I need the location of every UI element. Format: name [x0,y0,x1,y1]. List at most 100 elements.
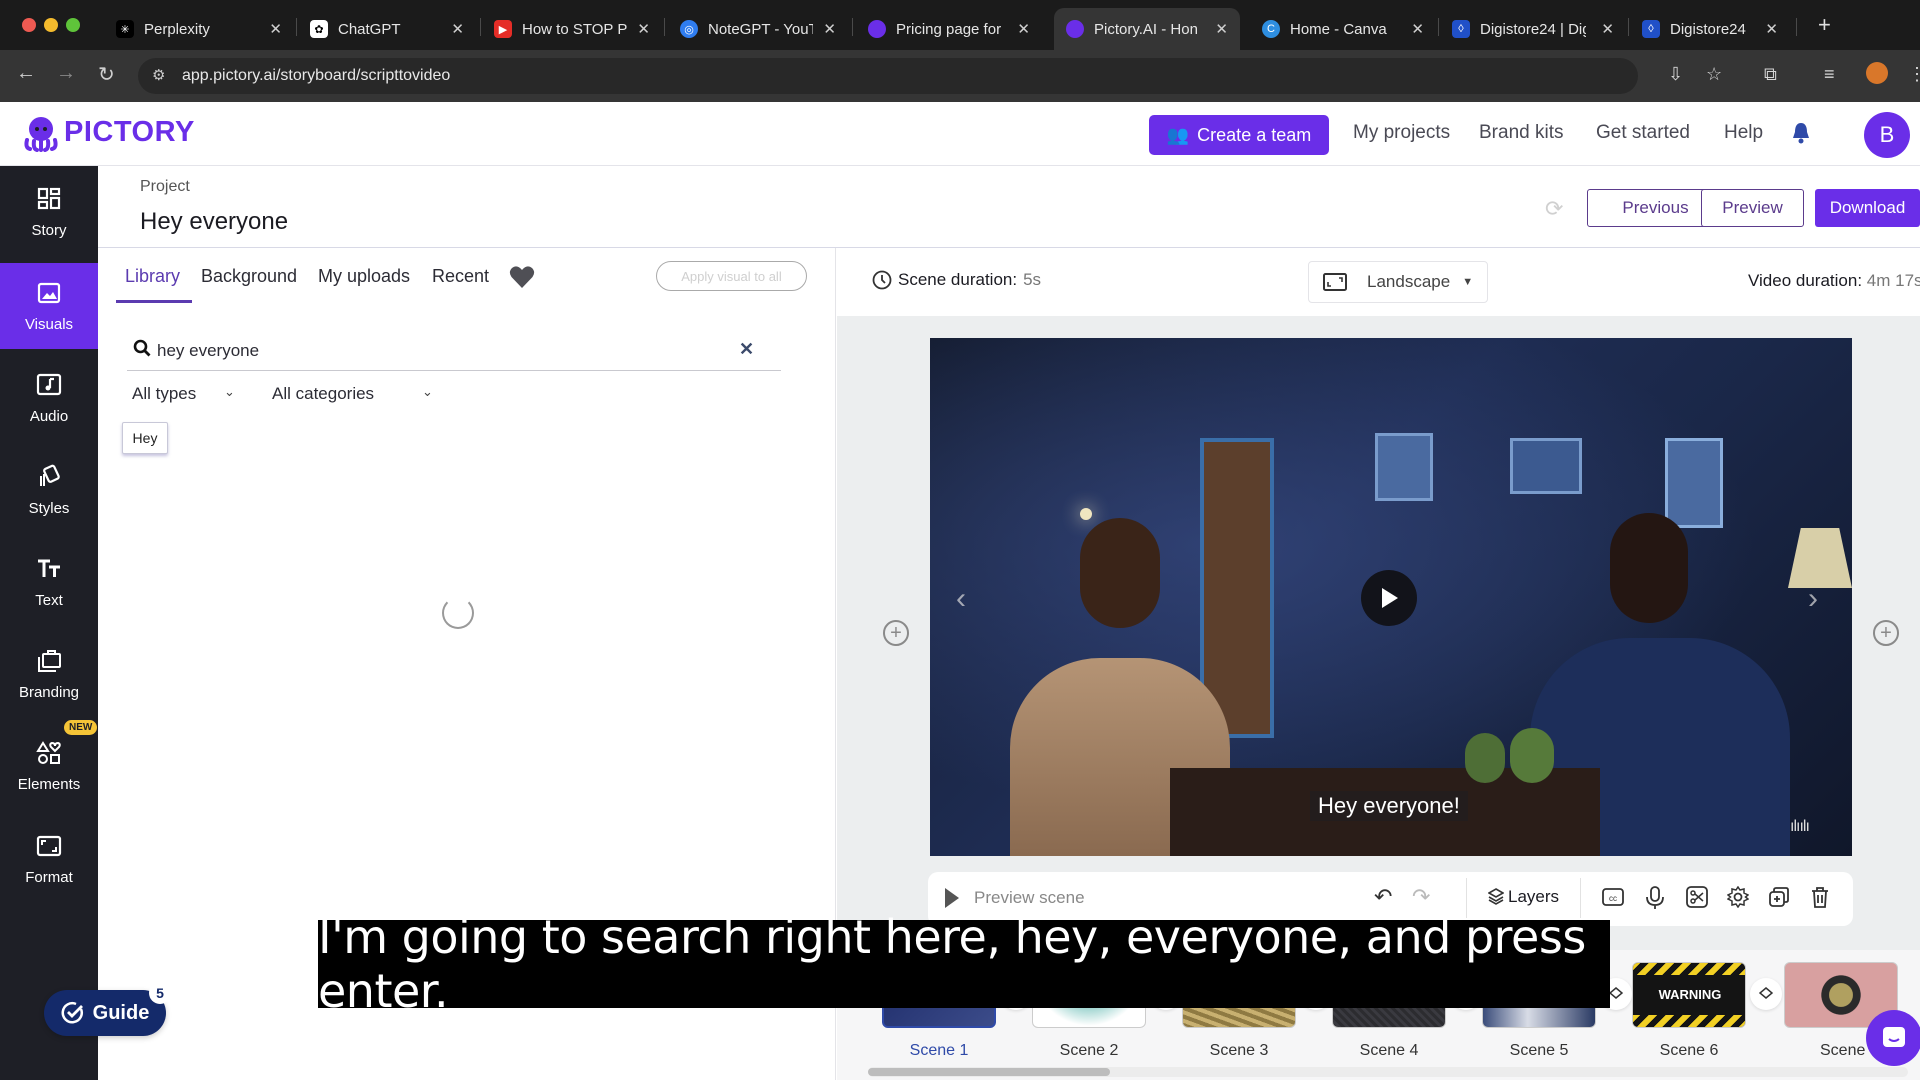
play-video-button[interactable] [1361,570,1417,626]
window-maximize-button[interactable] [66,18,80,32]
sidebar-item-visuals[interactable]: Visuals [0,263,98,349]
browser-tab[interactable]: ▶ How to STOP Pr ✕ [482,8,662,50]
reload-icon[interactable]: ↻ [98,62,115,87]
orientation-dropdown[interactable]: Landscape ▼ [1308,261,1488,303]
support-chat-button[interactable] [1866,1010,1920,1066]
layers-button[interactable]: Layers [1488,887,1559,907]
chrome-menu-icon[interactable]: ⋮ [1908,64,1920,85]
sidebar-item-text[interactable]: Text [0,538,98,626]
scene-thumbnail[interactable]: WARNING Scene 6 [1632,962,1746,1060]
tab-my-uploads[interactable]: My uploads [318,266,410,287]
notification-bell-icon[interactable] [1792,122,1810,144]
extensions-icon[interactable]: ⧉ [1764,64,1777,85]
settings-icon[interactable] [1727,886,1749,908]
layers-icon [1488,888,1504,905]
nav-help[interactable]: Help [1724,122,1763,144]
tab-recent[interactable]: Recent [432,266,489,287]
next-visual-arrow-icon[interactable]: › [1808,582,1818,616]
landscape-icon [1323,273,1347,291]
nav-get-started[interactable]: Get started [1596,122,1690,144]
sidebar-item-format[interactable]: Format [0,815,98,903]
undo-icon[interactable]: ↶ [1374,884,1392,910]
profile-avatar-icon[interactable] [1866,62,1888,84]
search-suggestion-chip[interactable]: Hey [122,422,168,454]
preview-button[interactable]: Preview [1701,189,1804,227]
window-close-button[interactable] [22,18,36,32]
browser-tab[interactable]: ◊ Digistore24 | Dig ✕ [1440,8,1626,50]
transition-icon [1609,987,1623,999]
browser-tab[interactable]: ◎ NoteGPT - YouT ✕ [668,8,848,50]
install-app-icon[interactable]: ⇩ [1668,64,1683,85]
close-tab-icon[interactable]: ✕ [1411,20,1424,38]
media-control-icon[interactable]: ≡ [1824,64,1835,85]
sidebar-item-branding[interactable]: Branding [0,630,98,718]
add-scene-before-icon[interactable]: + [883,620,909,646]
scissors-icon[interactable] [1686,886,1708,908]
browser-tab[interactable]: Pricing page for ✕ [856,8,1042,50]
sidebar-item-audio[interactable]: Audio [0,354,98,442]
tab-library[interactable]: Library [125,266,180,287]
close-tab-icon[interactable]: ✕ [269,20,282,38]
pictory-logo-icon[interactable] [22,114,60,152]
clear-search-icon[interactable]: ✕ [739,339,754,360]
video-caption-text[interactable]: Hey everyone! [1310,791,1468,821]
favorites-heart-icon[interactable] [509,265,535,289]
browser-tab[interactable]: ✿ ChatGPT ✕ [298,8,476,50]
nav-brand-kits[interactable]: Brand kits [1479,122,1563,144]
close-tab-icon[interactable]: ✕ [1601,20,1614,38]
browser-tab-active[interactable]: Pictory.AI - Hon ✕ [1054,8,1240,50]
url-bar[interactable]: ⚙ app.pictory.ai/storyboard/scripttovide… [138,58,1638,94]
close-tab-icon[interactable]: ✕ [451,20,464,38]
close-tab-icon[interactable]: ✕ [1017,20,1030,38]
browser-tab[interactable]: ◊ Digistore24 ✕ [1630,8,1790,50]
redo-icon[interactable]: ↷ [1412,884,1430,910]
nav-my-projects[interactable]: My projects [1353,122,1450,144]
sidebar-item-styles[interactable]: Styles [0,446,98,534]
check-circle-icon [61,1002,83,1024]
search-input[interactable] [157,337,717,365]
add-scene-after-icon[interactable]: + [1873,620,1899,646]
duplicate-scene-icon[interactable] [1768,886,1790,908]
apply-visual-to-all-button[interactable]: Apply visual to all [656,261,807,291]
trash-icon[interactable] [1810,886,1830,908]
create-team-button[interactable]: 👥 Create a team [1149,115,1329,155]
back-icon[interactable]: ← [16,62,36,85]
project-label: Project [140,178,190,195]
site-settings-icon[interactable]: ⚙ [152,66,165,84]
previous-visual-arrow-icon[interactable]: ‹ [956,582,966,616]
bookmark-star-icon[interactable]: ☆ [1706,64,1722,85]
project-title[interactable]: Hey everyone [140,208,288,236]
user-avatar[interactable]: B [1864,112,1910,158]
preview-scene-button[interactable]: Preview scene [944,887,1085,909]
text-icon [38,559,60,577]
close-tab-icon[interactable]: ✕ [823,20,836,38]
download-button[interactable]: Download [1815,189,1920,227]
sidebar-item-story[interactable]: Story [0,168,98,256]
close-tab-icon[interactable]: ✕ [637,20,650,38]
hazard-stripe [1633,1015,1745,1027]
scene-strip-scrollbar-thumb[interactable] [868,1068,1110,1076]
microphone-icon[interactable] [1644,886,1666,910]
browser-tab[interactable]: C Home - Canva ✕ [1250,8,1436,50]
cc-icon[interactable]: cc [1602,886,1624,908]
sidebar-item-elements[interactable]: Elements [0,722,98,810]
window-minimize-button[interactable] [44,18,58,32]
pictory-logo[interactable]: PICTORY [64,116,195,149]
guide-button[interactable]: Guide [44,990,166,1036]
format-icon [36,835,62,856]
close-tab-icon[interactable]: ✕ [1215,20,1228,38]
branding-icon [38,649,61,672]
scene-duration[interactable]: Scene duration: 5s [872,270,1041,290]
transition-icon [1759,987,1773,999]
search-icon [133,339,151,357]
close-tab-icon[interactable]: ✕ [1765,20,1778,38]
browser-tab[interactable]: ✳ Perplexity ✕ [104,8,294,50]
type-filter-dropdown[interactable]: All types ⌄ [132,384,242,404]
chat-icon [1883,1027,1905,1047]
scene-transition-button[interactable] [1750,978,1782,1010]
audio-waveform-icon: ılıılı [1790,818,1810,835]
tab-background[interactable]: Background [201,266,297,287]
category-filter-dropdown[interactable]: All categories ⌄ [272,384,442,404]
new-tab-button[interactable]: + [1818,12,1831,38]
forward-icon[interactable]: → [56,62,76,85]
